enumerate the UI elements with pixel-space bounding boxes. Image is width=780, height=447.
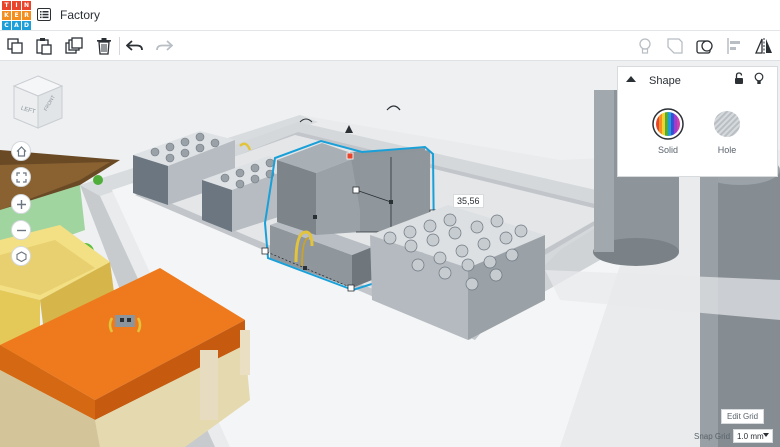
home-view-button[interactable] (11, 141, 31, 161)
perspective-button[interactable] (11, 246, 31, 266)
align-icon[interactable] (726, 37, 744, 55)
copy-icon[interactable] (6, 37, 24, 55)
solid-color-swatch[interactable] (652, 108, 684, 140)
list-menu-icon[interactable] (37, 8, 51, 21)
paste-icon[interactable] (35, 37, 53, 55)
zoom-out-icon (16, 229, 26, 231)
group-icon[interactable] (696, 37, 714, 55)
snap-grid-label: Snap Grid (694, 432, 731, 441)
lock-icon[interactable] (734, 72, 744, 85)
view-cube[interactable]: LEFT FRONT (12, 74, 64, 130)
zoom-out-button[interactable] (11, 220, 31, 240)
delete-icon[interactable] (95, 37, 113, 55)
hole-label: Hole (717, 145, 737, 155)
mirror-icon[interactable] (755, 37, 773, 55)
note-icon[interactable] (666, 37, 684, 55)
zoom-in-icon (16, 199, 26, 209)
light-bulb-icon[interactable] (636, 37, 654, 55)
toolbar (0, 31, 780, 61)
undo-icon[interactable] (126, 37, 144, 55)
fit-icon (15, 171, 27, 183)
redo-icon[interactable] (155, 37, 173, 55)
dimension-value-label[interactable]: 35,56 (453, 194, 484, 208)
shape-inspector-panel: Shape Solid Hole (617, 66, 778, 177)
shape-panel-title: Shape (649, 75, 681, 87)
perspective-icon (15, 250, 27, 262)
top-bar: TIN KER CAD Factory (0, 0, 780, 31)
home-icon (16, 145, 26, 157)
snap-grid-select[interactable]: 1.0 mm (733, 429, 773, 443)
zoom-in-button[interactable] (11, 194, 31, 214)
solid-label: Solid (657, 145, 678, 155)
toolbar-divider (119, 37, 120, 55)
tinkercad-logo[interactable]: TIN KER CAD (2, 1, 31, 30)
edit-grid-button[interactable]: Edit Grid (721, 409, 765, 424)
hole-swatch[interactable] (713, 110, 741, 138)
design-title[interactable]: Factory (60, 8, 100, 22)
light-bulb-icon[interactable] (754, 72, 764, 85)
duplicate-icon[interactable] (65, 37, 83, 55)
chevron-down-icon (763, 433, 769, 437)
snap-grid-value: 1.0 mm (737, 432, 764, 441)
collapse-caret-icon[interactable] (626, 76, 636, 82)
fit-view-button[interactable] (11, 167, 31, 187)
